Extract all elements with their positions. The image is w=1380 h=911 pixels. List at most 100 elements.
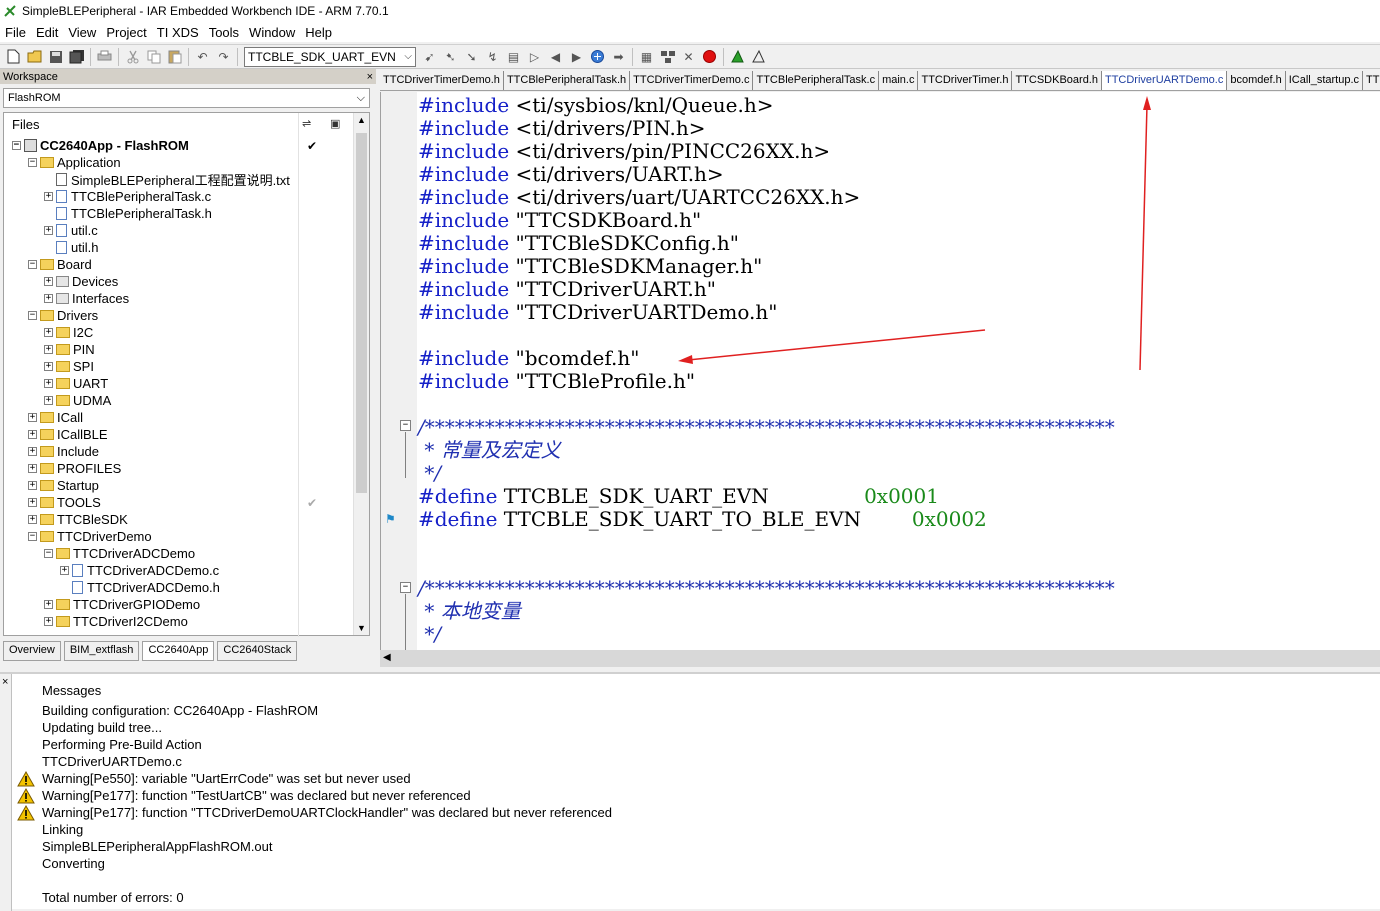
code-editor[interactable]: − − ⚑ #include <ti/sysbios/knl/Queue.h> #… bbox=[380, 92, 1380, 650]
code-line[interactable]: /***************************************… bbox=[418, 416, 1115, 439]
find-next-icon[interactable]: ➹ bbox=[419, 47, 440, 66]
message-line[interactable]: TTCDriverUARTDemo.c bbox=[16, 753, 612, 770]
new-file-icon[interactable] bbox=[3, 47, 24, 66]
expand-icon[interactable]: + bbox=[28, 413, 37, 422]
replace-icon[interactable]: ↯ bbox=[482, 47, 503, 66]
code-line[interactable]: * 常量及宏定义 bbox=[418, 439, 1115, 462]
bookmark-icon[interactable]: ▷ bbox=[524, 47, 545, 66]
code-content[interactable]: #include <ti/sysbios/knl/Queue.h> #includ… bbox=[418, 94, 1115, 646]
tree-item[interactable]: − TTCDriverDemo bbox=[4, 528, 354, 545]
expand-icon[interactable]: + bbox=[44, 192, 53, 201]
collapse-icon[interactable]: − bbox=[28, 158, 37, 167]
tree-item[interactable]: + ICall bbox=[4, 409, 354, 426]
tree-item[interactable]: TTCBlePeripheralTask.h bbox=[4, 205, 354, 222]
menu-project[interactable]: Project bbox=[101, 25, 151, 40]
code-line[interactable]: /***************************************… bbox=[418, 577, 1115, 600]
code-line[interactable]: */ bbox=[418, 462, 1115, 485]
tree-item[interactable]: + SPI bbox=[4, 358, 354, 375]
browse-icon[interactable] bbox=[587, 47, 608, 66]
code-line[interactable]: #include <ti/drivers/PIN.h> bbox=[418, 117, 1115, 140]
tree-item[interactable]: + PROFILES bbox=[4, 460, 354, 477]
editor-tab[interactable]: TTCBlePeripheralTask.h bbox=[504, 71, 631, 90]
tree-item[interactable]: + I2C bbox=[4, 324, 354, 341]
tree-item[interactable]: + TTCBlePeripheralTask.c bbox=[4, 188, 354, 205]
code-line[interactable]: */ bbox=[418, 623, 1115, 646]
message-line[interactable]: Building configuration: CC2640App - Flas… bbox=[16, 702, 612, 719]
tab-cc2640app[interactable]: CC2640App bbox=[142, 641, 215, 661]
tree-item[interactable]: + util.c bbox=[4, 222, 354, 239]
options-icon[interactable]: ▣ bbox=[330, 117, 340, 130]
menu-file[interactable]: File bbox=[0, 25, 31, 40]
tree-item[interactable]: + PIN bbox=[4, 341, 354, 358]
scroll-down-icon[interactable]: ▼ bbox=[357, 623, 366, 633]
chevron-down-icon[interactable]: ⌵ bbox=[357, 92, 365, 105]
editor-tab[interactable]: TTCBlePeripheralTask.c bbox=[753, 71, 880, 90]
tab-overview[interactable]: Overview bbox=[3, 641, 61, 661]
tree-item[interactable]: + TTCDriverADCDemo.c bbox=[4, 562, 354, 579]
expand-icon[interactable]: + bbox=[28, 430, 37, 439]
expand-icon[interactable]: + bbox=[60, 566, 69, 575]
tree-item[interactable]: SimpleBLEPeripheral工程配置说明.txt bbox=[4, 171, 354, 188]
find-in-files-icon[interactable]: ➘ bbox=[461, 47, 482, 66]
horizontal-scrollbar[interactable]: ◀ bbox=[380, 650, 1380, 667]
configuration-dropdown[interactable]: FlashROM ⌵ bbox=[3, 88, 370, 108]
message-line[interactable]: Performing Pre-Build Action bbox=[16, 736, 612, 753]
tree-item[interactable]: + UART bbox=[4, 375, 354, 392]
collapse-icon[interactable]: − bbox=[12, 141, 21, 150]
expand-icon[interactable]: + bbox=[28, 515, 37, 524]
code-line[interactable]: #include "TTCDriverUARTDemo.h" bbox=[418, 301, 1115, 324]
collapse-icon[interactable]: − bbox=[28, 532, 37, 541]
download-debug-icon[interactable] bbox=[727, 47, 748, 66]
stop-build-icon[interactable]: ✕ bbox=[678, 47, 699, 66]
save-icon[interactable] bbox=[45, 47, 66, 66]
forward-icon[interactable]: ➡ bbox=[608, 47, 629, 66]
warning-message[interactable]: Warning[Pe177]: function "TestUartCB" wa… bbox=[16, 787, 612, 804]
expand-icon[interactable]: + bbox=[44, 379, 53, 388]
menu-tools[interactable]: Tools bbox=[204, 25, 244, 40]
close-icon[interactable]: × bbox=[367, 71, 373, 83]
code-line[interactable]: #define TTCBLE_SDK_UART_EVN 0x0001 bbox=[418, 485, 1115, 508]
menu-window[interactable]: Window bbox=[244, 25, 300, 40]
tree-item[interactable]: + Devices bbox=[4, 273, 354, 290]
collapse-icon[interactable]: − bbox=[44, 549, 53, 558]
print-icon[interactable] bbox=[94, 47, 115, 66]
tree-item[interactable]: + ICallBLE bbox=[4, 426, 354, 443]
code-line[interactable] bbox=[418, 554, 1115, 577]
expand-icon[interactable]: + bbox=[44, 600, 53, 609]
editor-tab[interactable]: TTCD bbox=[1363, 71, 1380, 90]
tree-item[interactable]: + TTCDriverGPIODemo bbox=[4, 596, 354, 613]
tree-item[interactable]: + Startup bbox=[4, 477, 354, 494]
menu-help[interactable]: Help bbox=[300, 25, 337, 40]
message-line[interactable]: Updating build tree... bbox=[16, 719, 612, 736]
expand-icon[interactable]: + bbox=[44, 328, 53, 337]
code-line[interactable]: #include <ti/drivers/uart/UARTCC26XX.h> bbox=[418, 186, 1115, 209]
tree-item[interactable]: + Interfaces bbox=[4, 290, 354, 307]
tree-item[interactable]: − Application bbox=[4, 154, 354, 171]
tree-item[interactable]: − CC2640App - FlashROM ✔ bbox=[4, 137, 354, 154]
expand-icon[interactable]: + bbox=[44, 362, 53, 371]
expand-icon[interactable]: + bbox=[28, 447, 37, 456]
code-line[interactable] bbox=[418, 531, 1115, 554]
code-line[interactable]: #include <ti/drivers/UART.h> bbox=[418, 163, 1115, 186]
tree-item[interactable]: − Board bbox=[4, 256, 354, 273]
scroll-up-icon[interactable]: ▲ bbox=[357, 115, 366, 125]
collapse-icon[interactable]: − bbox=[28, 311, 37, 320]
editor-tab[interactable]: ICall_startup.c bbox=[1286, 71, 1364, 90]
vertical-scrollbar[interactable]: ▲ ▼ bbox=[353, 113, 369, 635]
message-line[interactable]: Converting bbox=[16, 855, 612, 872]
expand-icon[interactable]: + bbox=[28, 481, 37, 490]
code-line[interactable]: #include "bcomdef.h" bbox=[418, 347, 1115, 370]
editor-tab[interactable]: bcomdef.h bbox=[1227, 71, 1286, 90]
scroll-left-icon[interactable]: ◀ bbox=[383, 652, 391, 663]
menu-edit[interactable]: Edit bbox=[31, 25, 63, 40]
expand-icon[interactable]: + bbox=[44, 396, 53, 405]
message-line[interactable]: SimpleBLEPeripheralAppFlashROM.out bbox=[16, 838, 612, 855]
editor-tab[interactable]: TTCDriverTimerDemo.h bbox=[380, 71, 504, 90]
cut-icon[interactable] bbox=[122, 47, 143, 66]
code-line[interactable]: #include "TTCBleProfile.h" bbox=[418, 370, 1115, 393]
message-line[interactable] bbox=[16, 872, 612, 889]
fold-toggle-icon[interactable]: − bbox=[400, 420, 411, 431]
expand-icon[interactable]: + bbox=[44, 294, 53, 303]
chevron-down-icon[interactable]: ⌵ bbox=[404, 51, 412, 62]
expand-icon[interactable]: + bbox=[44, 226, 53, 235]
